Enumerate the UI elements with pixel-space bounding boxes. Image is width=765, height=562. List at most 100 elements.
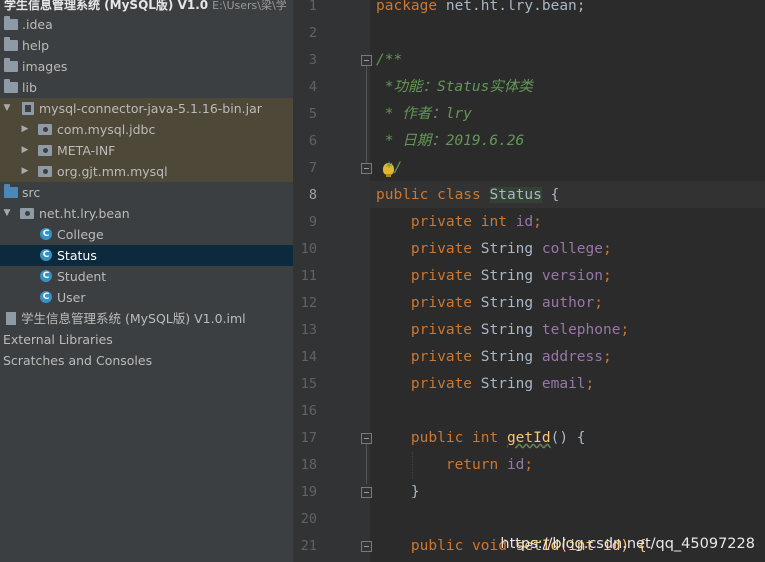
type: String: [480, 322, 542, 338]
fold-icon[interactable]: [361, 55, 372, 66]
code-line-18: return id;: [376, 452, 533, 479]
semicolon: ;: [602, 268, 612, 284]
field-line: private String email;: [376, 371, 594, 398]
tree-item-jar-package[interactable]: ▶ META-INF: [0, 140, 293, 161]
line-number: 16: [300, 403, 317, 419]
tree-item-label: Status: [57, 248, 97, 263]
tree-item-iml[interactable]: 学生信息管理系统 (MySQL版) V1.0.iml: [0, 308, 293, 329]
line-number: 7: [308, 160, 317, 176]
code-line-17: public int getId() {: [376, 425, 586, 452]
keyword: public void: [376, 538, 516, 554]
class-icon: C: [40, 291, 52, 303]
keyword: public int: [376, 430, 507, 446]
chevron-right-icon[interactable]: ▶: [20, 140, 30, 161]
fold-guide: [366, 444, 367, 484]
method-name[interactable]: getId: [507, 430, 551, 446]
tree-item-jar-package[interactable]: ▶ org.gjt.mm.mysql: [0, 161, 293, 182]
chevron-right-icon[interactable]: ▶: [20, 161, 30, 182]
tree-item-label: lib: [22, 80, 37, 95]
line-number-current: 8: [308, 187, 317, 203]
project-title: 学生信息管理系统 (MySQL版) V1.0: [4, 0, 209, 12]
tree-item-help[interactable]: help: [0, 35, 293, 56]
tree-item-jar[interactable]: ▼ mysql-connector-java-5.1.16-bin.jar: [0, 98, 293, 119]
tree-item-label: .idea: [22, 17, 53, 32]
tree-item-scratches[interactable]: Scratches and Consoles: [0, 350, 293, 371]
keyword: public class: [376, 187, 490, 203]
tree-item-label: College: [57, 227, 104, 242]
code-line-1: package net.ht.lry.bean;: [376, 0, 586, 20]
watermark: https://blog.csdn.net/qq_45097228: [500, 536, 755, 552]
fold-icon[interactable]: [361, 163, 372, 174]
tree-item-label: META-INF: [57, 143, 116, 158]
code-line-7: */: [376, 160, 403, 176]
line-number: 11: [300, 268, 317, 284]
keyword: private: [376, 349, 481, 365]
keyword: private: [376, 322, 481, 338]
class-name[interactable]: Status: [489, 187, 542, 203]
code-line-5: * 作者：lry: [376, 106, 472, 122]
semicolon: ;: [620, 322, 630, 338]
semicolon: ;: [602, 349, 612, 365]
tree-item-src[interactable]: src: [0, 182, 293, 203]
jar-icon: [22, 102, 34, 115]
keyword: package: [376, 0, 438, 14]
field-name: id: [506, 457, 525, 473]
package-icon: [38, 166, 52, 177]
tree-item-images[interactable]: images: [0, 56, 293, 77]
tree-item-class-user[interactable]: C User: [0, 287, 293, 308]
tree-item-idea[interactable]: .idea: [0, 14, 293, 35]
tree-item-label: Student: [57, 269, 107, 284]
keyword: return: [376, 457, 507, 473]
line-number: 6: [308, 133, 317, 149]
type: int: [480, 214, 516, 230]
line-number: 15: [300, 376, 317, 392]
tree-item-class-college[interactable]: C College: [0, 224, 293, 245]
line-number: 9: [308, 214, 317, 230]
type: String: [480, 376, 542, 392]
field-name: version: [541, 268, 603, 284]
package-icon: [20, 208, 34, 219]
code-line-19: }: [376, 484, 420, 500]
tree-item-lib[interactable]: lib: [0, 77, 293, 98]
type: String: [480, 268, 542, 284]
line-number: 19: [300, 484, 317, 500]
module-file-icon: [6, 312, 16, 325]
semicolon: ;: [602, 241, 612, 257]
tree-item-class-status[interactable]: C Status: [0, 245, 293, 266]
code-text: net.ht.lry.bean;: [437, 0, 586, 14]
semicolon: ;: [594, 295, 603, 311]
type: String: [480, 349, 542, 365]
tree-item-label: net.ht.lry.bean: [39, 206, 130, 221]
code-line-8[interactable]: public class Status {: [376, 182, 559, 209]
line-number: 5: [308, 106, 317, 122]
chevron-down-icon[interactable]: ▼: [2, 203, 12, 224]
line-number: 1: [308, 0, 317, 14]
tree-item-package[interactable]: ▼ net.ht.lry.bean: [0, 203, 293, 224]
chevron-down-icon[interactable]: ▼: [2, 98, 12, 119]
field-line: private String version;: [376, 263, 612, 290]
tree-item-label: help: [22, 38, 50, 53]
line-number: 12: [300, 295, 317, 311]
fold-icon[interactable]: [361, 433, 372, 444]
field-name: telephone: [541, 322, 621, 338]
tree-item-jar-package[interactable]: ▶ com.mysql.jdbc: [0, 119, 293, 140]
fold-icon[interactable]: [361, 487, 372, 498]
class-icon: C: [40, 249, 52, 261]
field-name: id: [515, 214, 534, 230]
folder-icon: [4, 37, 18, 51]
line-number: 18: [300, 457, 317, 473]
semicolon: ;: [533, 214, 542, 230]
fold-guide: [366, 66, 367, 166]
tree-item-class-student[interactable]: C Student: [0, 266, 293, 287]
code-line-4: *功能：Status实体类: [376, 79, 533, 95]
chevron-right-icon[interactable]: ▶: [20, 119, 30, 140]
fold-icon[interactable]: [361, 541, 372, 552]
field-name: email: [541, 376, 586, 392]
tree-item-label: com.mysql.jdbc: [57, 122, 156, 137]
tree-item-label: Scratches and Consoles: [3, 353, 153, 368]
folder-icon: [4, 16, 18, 30]
tree-item-external-libraries[interactable]: External Libraries: [0, 329, 293, 350]
line-number: 21: [300, 538, 317, 554]
line-number: 2: [308, 25, 317, 41]
folder-icon: [4, 58, 18, 72]
